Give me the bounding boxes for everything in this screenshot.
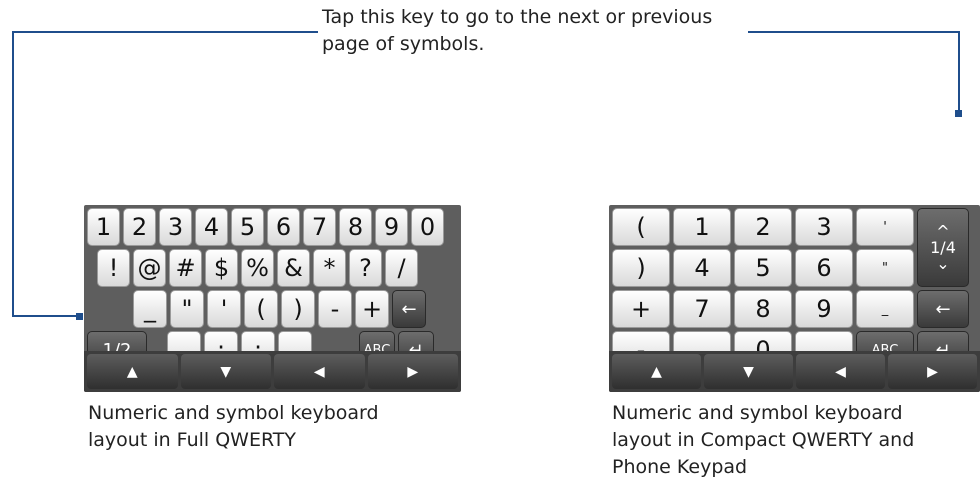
key-7[interactable]: 7 — [303, 208, 336, 246]
key-minus[interactable]: - — [318, 290, 352, 328]
key-ampersand[interactable]: & — [277, 249, 310, 287]
page-down-icon: ⌄ — [936, 253, 950, 273]
key-dollar[interactable]: $ — [205, 249, 238, 287]
key-plus[interactable]: + — [612, 290, 670, 328]
key-close-paren[interactable]: ) — [281, 290, 315, 328]
arrow-up-key[interactable]: ▲ — [87, 354, 178, 389]
callout-line-2: page of symbols. — [322, 33, 485, 55]
key-4[interactable]: 4 — [673, 249, 731, 287]
full-keyboard-row-2: ! @ # $ % & * ? / — [97, 249, 418, 287]
key-6[interactable]: 6 — [267, 208, 300, 246]
key-2[interactable]: 2 — [734, 208, 792, 246]
arrow-down-key[interactable]: ▼ — [180, 354, 271, 389]
key-hash[interactable]: # — [169, 249, 202, 287]
arrow-down-key[interactable]: ▼ — [704, 354, 793, 389]
callout-connector-left-dot — [76, 313, 83, 320]
key-0[interactable]: 0 — [411, 208, 444, 246]
arrow-left-key[interactable]: ◀ — [796, 354, 885, 389]
callout-connector-right-top — [748, 31, 960, 33]
compact-keyboard-row-3: + 7 8 9 _ ← — [612, 290, 969, 328]
callout-connector-left-top — [12, 31, 318, 33]
compact-keyboard-caption: Numeric and symbol keyboard layout in Co… — [612, 400, 914, 481]
key-6[interactable]: 6 — [795, 249, 853, 287]
full-keyboard-caption-line-2: layout in Full QWERTY — [88, 429, 296, 451]
compact-keyboard-caption-line-2: layout in Compact QWERTY and — [612, 429, 915, 451]
key-percent[interactable]: % — [241, 249, 274, 287]
key-double-quote[interactable]: " — [170, 290, 204, 328]
full-keyboard-row-3: _ " ' ( ) - + ← — [133, 290, 426, 328]
compact-keyboard-row-2: ) 4 5 6 " — [612, 249, 914, 287]
key-3[interactable]: 3 — [159, 208, 192, 246]
compact-keyboard-nav-row: ▲ ▼ ◀ ▶ — [609, 351, 980, 392]
key-slash[interactable]: / — [385, 249, 418, 287]
key-1[interactable]: 1 — [673, 208, 731, 246]
key-9[interactable]: 9 — [375, 208, 408, 246]
full-keyboard-nav-row: ▲ ▼ ◀ ▶ — [84, 351, 461, 392]
key-3[interactable]: 3 — [795, 208, 853, 246]
arrow-up-key[interactable]: ▲ — [612, 354, 701, 389]
key-asterisk[interactable]: * — [313, 249, 346, 287]
arrow-left-key[interactable]: ◀ — [274, 354, 365, 389]
key-5[interactable]: 5 — [231, 208, 264, 246]
key-7[interactable]: 7 — [673, 290, 731, 328]
key-1[interactable]: 1 — [87, 208, 120, 246]
backspace-key[interactable]: ← — [392, 290, 426, 328]
key-2[interactable]: 2 — [123, 208, 156, 246]
key-double-quote[interactable]: " — [856, 249, 914, 287]
key-underscore[interactable]: _ — [133, 290, 167, 328]
callout-text: Tap this key to go to the next or previo… — [322, 4, 762, 58]
arrow-right-key[interactable]: ▶ — [888, 354, 977, 389]
callout-connector-left-bottom — [12, 315, 78, 317]
callout-line-1: Tap this key to go to the next or previo… — [322, 6, 713, 28]
backspace-key[interactable]: ← — [917, 290, 969, 328]
full-keyboard-row-1: 1 2 3 4 5 6 7 8 9 0 — [87, 208, 444, 246]
full-qwerty-symbol-keyboard: 1 2 3 4 5 6 7 8 9 0 ! @ # $ % & * ? / _ … — [84, 205, 461, 392]
full-keyboard-caption-line-1: Numeric and symbol keyboard — [88, 402, 379, 424]
key-at[interactable]: @ — [133, 249, 166, 287]
key-8[interactable]: 8 — [734, 290, 792, 328]
callout-connector-left-vertical — [12, 31, 14, 317]
key-8[interactable]: 8 — [339, 208, 372, 246]
compact-keyboard-caption-line-3: Phone Keypad — [612, 456, 748, 478]
key-plus[interactable]: + — [355, 290, 389, 328]
arrow-right-key[interactable]: ▶ — [367, 354, 458, 389]
key-exclamation[interactable]: ! — [97, 249, 130, 287]
key-single-quote[interactable]: ' — [207, 290, 241, 328]
callout-connector-right-vertical — [958, 31, 960, 113]
key-open-paren[interactable]: ( — [612, 208, 670, 246]
key-4[interactable]: 4 — [195, 208, 228, 246]
key-9[interactable]: 9 — [795, 290, 853, 328]
compact-qwerty-symbol-keyboard: ( 1 2 3 ' ^ 1/4 ⌄ ) 4 5 6 " + 7 8 9 _ ← … — [609, 205, 980, 392]
key-single-quote[interactable]: ' — [856, 208, 914, 246]
key-question[interactable]: ? — [349, 249, 382, 287]
key-open-paren[interactable]: ( — [244, 290, 278, 328]
key-close-paren[interactable]: ) — [612, 249, 670, 287]
key-space-underscore[interactable]: _ — [856, 290, 914, 328]
callout-connector-right-dot — [955, 110, 962, 117]
compact-keyboard-caption-line-1: Numeric and symbol keyboard — [612, 402, 903, 424]
full-keyboard-caption: Numeric and symbol keyboard layout in Fu… — [88, 400, 379, 454]
key-5[interactable]: 5 — [734, 249, 792, 287]
symbol-page-toggle-key[interactable]: ^ 1/4 ⌄ — [917, 208, 969, 287]
